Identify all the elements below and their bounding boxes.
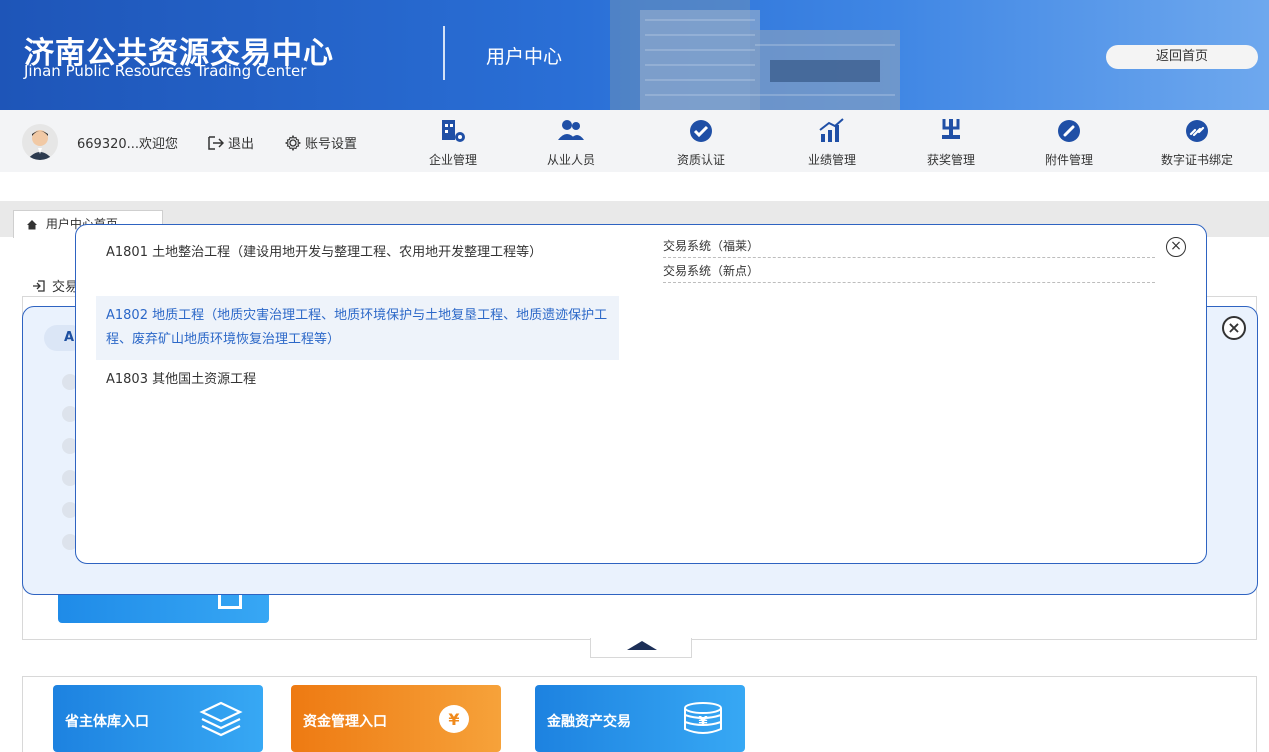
user-welcome-text: 669320...欢迎您 xyxy=(77,137,179,152)
nav-label: 附件管理 xyxy=(1044,153,1093,167)
user-toolbar: 669320...欢迎您 退出 账号设置 企业管理 从业人员 资质认证 业绩管理… xyxy=(0,110,1269,172)
brand-title-en: Jinan Public Resources Trading Center xyxy=(24,62,307,80)
brand-divider xyxy=(443,26,445,80)
logout-icon xyxy=(208,135,224,150)
coins-stack-icon: ¥ xyxy=(684,702,722,734)
category-pill-label: A xyxy=(64,330,75,345)
section-title: 交易 xyxy=(32,276,78,295)
certificate-link-icon xyxy=(1186,120,1208,142)
header-banner: 济南公共资源交易中心 Jinan Public Resources Tradin… xyxy=(0,0,1269,110)
entry-icon xyxy=(33,279,45,292)
logout-link[interactable]: 退出 xyxy=(208,133,254,152)
option-a1801[interactable]: A1801 土地整治工程（建设用地开发与整理工程、农用地开发整理工程等） xyxy=(96,233,619,273)
entry-label: 金融资产交易 xyxy=(547,714,631,730)
financial-asset-entry[interactable]: 金融资产交易 ¥ xyxy=(535,685,745,752)
nav-award[interactable]: 获奖管理 xyxy=(896,116,1006,168)
nav-label: 从业人员 xyxy=(546,153,595,167)
collapse-toggle[interactable] xyxy=(590,638,692,658)
layers-icon xyxy=(199,701,243,737)
home-icon xyxy=(27,220,37,230)
performance-icon xyxy=(819,118,844,142)
nav-certificate-binding[interactable]: 数字证书绑定 xyxy=(1142,116,1252,168)
nav-label: 企业管理 xyxy=(428,153,477,167)
logout-label: 退出 xyxy=(228,137,255,152)
caret-up-icon xyxy=(627,641,657,650)
nav-performance[interactable]: 业绩管理 xyxy=(777,116,887,168)
page-subtitle: 用户中心 xyxy=(486,46,563,68)
fund-management-entry[interactable]: 资金管理入口 ¥ xyxy=(291,685,501,752)
outer-close-icon[interactable]: × xyxy=(1222,316,1246,340)
qualification-icon xyxy=(690,120,712,142)
entry-label: 省主体库入口 xyxy=(65,714,149,730)
account-settings-label: 账号设置 xyxy=(305,137,358,152)
award-icon xyxy=(942,119,960,139)
nav-staff[interactable]: 从业人员 xyxy=(516,116,626,168)
staff-icon xyxy=(558,120,584,140)
option-a1803[interactable]: A1803 其他国土资源工程 xyxy=(96,360,619,400)
nav-company-manage[interactable]: 企业管理 xyxy=(398,116,508,168)
back-home-button[interactable]: 返回首页 xyxy=(1106,45,1258,69)
system-link-xindian[interactable]: 交易系统（新点） xyxy=(663,261,1155,283)
user-center-page: 济南公共资源交易中心 Jinan Public Resources Tradin… xyxy=(0,0,1269,752)
building-illustration xyxy=(610,0,900,110)
company-manage-icon xyxy=(442,120,465,142)
svg-text:¥: ¥ xyxy=(698,715,707,730)
user-avatar-icon xyxy=(27,130,53,160)
system-link-fulai[interactable]: 交易系统（福莱） xyxy=(663,236,1155,258)
gear-icon xyxy=(285,134,301,151)
nav-qualification[interactable]: 资质认证 xyxy=(646,116,756,168)
option-a1802[interactable]: A1802 地质工程（地质灾害治理工程、地质环境保护与土地复垦工程、地质遗迹保护… xyxy=(96,296,619,360)
inner-close-icon[interactable]: × xyxy=(1166,237,1186,257)
avatar[interactable] xyxy=(22,124,58,160)
entry-label: 资金管理入口 xyxy=(303,714,387,730)
account-settings-link[interactable]: 账号设置 xyxy=(285,133,357,152)
nav-label: 资质认证 xyxy=(676,153,725,167)
nav-label: 数字证书绑定 xyxy=(1160,153,1233,167)
nav-attachment[interactable]: 附件管理 xyxy=(1014,116,1124,168)
yuan-coin-icon: ¥ xyxy=(439,705,469,733)
province-entity-entry[interactable]: 省主体库入口 xyxy=(53,685,263,752)
nav-label: 获奖管理 xyxy=(926,153,975,167)
attachment-icon xyxy=(1058,120,1080,142)
nav-label: 业绩管理 xyxy=(807,153,856,167)
svg-text:¥: ¥ xyxy=(448,710,459,729)
